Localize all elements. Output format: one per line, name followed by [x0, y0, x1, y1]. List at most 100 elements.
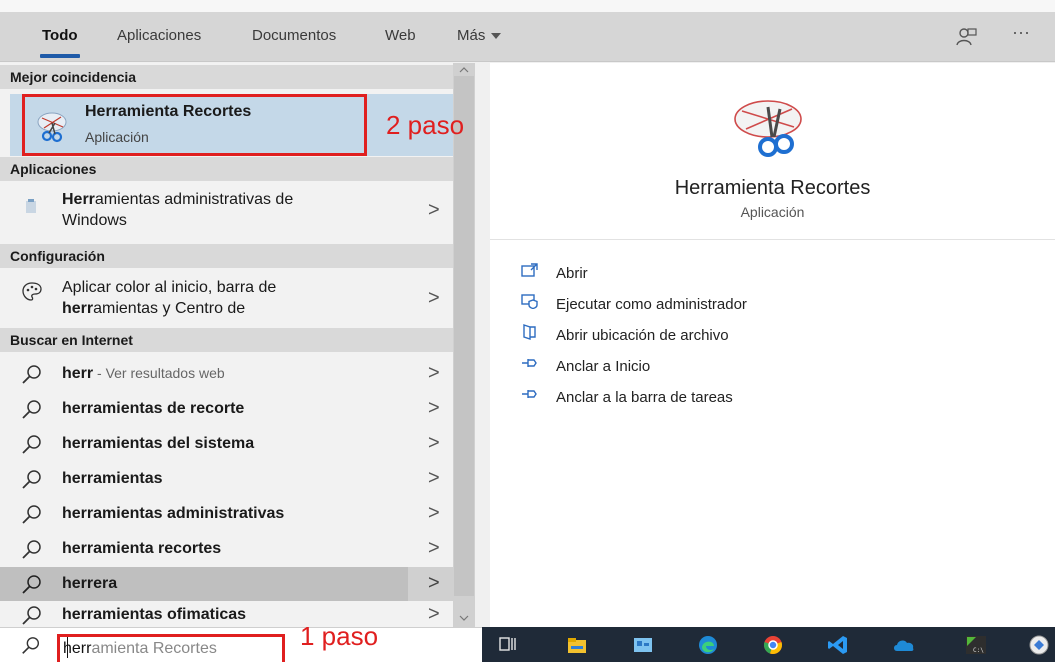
vscode-icon[interactable]: [827, 634, 849, 656]
web-result-bold: herr: [62, 435, 94, 452]
list-item-admin-tools[interactable]: Herramientas administrativas de Windows …: [0, 181, 453, 239]
web-result-bold: herr: [62, 606, 94, 623]
action-label: Anclar a la barra de tareas: [556, 389, 733, 406]
search-icon: [20, 573, 44, 597]
preview-title: Herramienta Recortes: [674, 177, 871, 199]
web-result-row[interactable]: herr - Ver resultados web >: [0, 357, 453, 391]
section-web: Buscar en Internet: [0, 328, 463, 352]
control-panel-icon[interactable]: [632, 634, 654, 656]
chevron-right-icon: >: [428, 362, 440, 384]
section-settings: Configuración: [0, 244, 463, 268]
annotation-step-2: 2 paso: [386, 110, 465, 140]
web-result-label: herramientas de recorte: [62, 400, 244, 418]
web-result-label: herr - Ver resultados web: [62, 365, 225, 383]
web-result-row[interactable]: herramientas administrativas >: [0, 497, 453, 531]
tab-documents[interactable]: Documentos: [252, 12, 336, 62]
annotation-step-1: 1 paso: [300, 621, 379, 651]
scroll-down-icon[interactable]: [453, 611, 475, 625]
scroll-up-icon[interactable]: [453, 63, 475, 77]
web-result-row[interactable]: herramientas >: [0, 462, 453, 496]
preview-divider: [490, 239, 1055, 240]
palette-icon: [20, 280, 44, 304]
shield-icon: [520, 293, 540, 312]
best-match-subtitle: Aplicación: [85, 129, 149, 145]
action-open-location[interactable]: Abrir ubicación de archivo: [520, 324, 729, 346]
tab-apps[interactable]: Aplicaciones: [117, 12, 201, 62]
web-result-row[interactable]: herramienta recortes >: [0, 532, 453, 566]
search-icon: [20, 468, 44, 492]
tab-more[interactable]: Más: [457, 12, 502, 62]
task-view-icon[interactable]: [497, 634, 519, 656]
web-result-bold: herr: [62, 365, 94, 382]
tab-more-label: Más: [457, 27, 486, 44]
action-open[interactable]: Abrir: [520, 262, 588, 284]
web-result-rest: amientas administrativas: [93, 505, 285, 522]
best-match-item[interactable]: Herramienta Recortes Aplicación: [22, 94, 367, 156]
feedback-icon[interactable]: [955, 26, 977, 48]
list-item-rest: amientas y Centro de: [93, 300, 246, 317]
web-result-row[interactable]: herramientas del sistema >: [0, 427, 453, 461]
chevron-right-icon: >: [428, 199, 440, 221]
list-item-color-settings[interactable]: Aplicar color al inicio, barra de herram…: [0, 268, 453, 326]
action-label: Abrir: [556, 265, 588, 282]
onedrive-icon[interactable]: [893, 634, 915, 656]
search-icon: [20, 398, 44, 422]
web-result-rest: era: [93, 575, 118, 592]
web-result-bold: herr: [62, 540, 94, 557]
chevron-right-icon: >: [428, 287, 440, 309]
web-result-label: herramientas: [62, 470, 163, 488]
search-icon: [20, 363, 44, 387]
action-run-as-admin[interactable]: Ejecutar como administrador: [520, 293, 747, 315]
scrollbar-thumb[interactable]: [454, 76, 474, 596]
chevron-right-icon: >: [428, 397, 440, 419]
file-explorer-icon[interactable]: [566, 634, 588, 656]
search-icon: [20, 635, 42, 657]
open-icon: [520, 262, 540, 281]
web-result-rest: amientas ofimaticas: [93, 606, 247, 623]
web-result-suffix: - Ver resultados web: [93, 365, 225, 381]
list-item-label-line2: Windows: [62, 212, 127, 229]
web-result-label: herramientas ofimaticas: [62, 606, 246, 624]
web-result-row[interactable]: herramientas ofimaticas >: [0, 602, 453, 627]
pin-icon: [520, 386, 540, 405]
section-best-match: Mejor coincidencia: [0, 65, 453, 89]
web-result-bold: herr: [62, 505, 94, 522]
list-item-label: Herramientas administrativas de: [62, 191, 293, 209]
more-options-icon[interactable]: ···: [1012, 22, 1030, 43]
snipping-tool-icon: [35, 109, 71, 145]
search-icon: [20, 604, 44, 628]
action-pin-start[interactable]: Anclar a Inicio: [520, 355, 650, 377]
action-label: Anclar a Inicio: [556, 358, 651, 375]
search-input[interactable]: herramienta Recortes: [63, 640, 217, 658]
chevron-down-icon: [491, 33, 502, 40]
folder-icon: [520, 324, 540, 343]
terminal-icon[interactable]: C:\: [965, 634, 987, 656]
edge-icon[interactable]: [697, 634, 719, 656]
chevron-right-icon: >: [428, 537, 440, 559]
text-cursor: [67, 637, 68, 658]
web-result-row[interactable]: herrera: [0, 567, 408, 601]
web-result-rest: amientas del sistema: [93, 435, 255, 452]
tab-all[interactable]: Todo: [40, 12, 80, 62]
snipping-tool-icon: [728, 97, 812, 159]
web-result-label: herramientas administrativas: [62, 505, 284, 523]
search-icon: [20, 503, 44, 527]
action-pin-taskbar[interactable]: Anclar a la barra de tareas: [520, 386, 733, 408]
app-icon[interactable]: [1028, 634, 1050, 656]
web-result-arrow-button[interactable]: >: [408, 567, 453, 601]
web-result-bold: herr: [62, 470, 94, 487]
chevron-right-icon: >: [428, 467, 440, 489]
chrome-icon[interactable]: [762, 634, 784, 656]
chevron-right-icon: >: [428, 502, 440, 524]
tab-web[interactable]: Web: [385, 12, 416, 62]
window-top-strip: [0, 0, 1055, 12]
best-match-title-rest: amienta Recortes: [117, 103, 252, 120]
web-result-row[interactable]: herramientas de recorte >: [0, 392, 453, 426]
web-result-rest: amienta recortes: [93, 540, 222, 557]
action-label: Abrir ubicación de archivo: [556, 327, 729, 344]
list-item-bold: herr: [62, 300, 94, 317]
action-label: Ejecutar como administrador: [556, 296, 747, 313]
list-item-rest: amientas administrativas de: [94, 191, 294, 208]
best-match-title: Herramienta Recortes: [85, 103, 251, 121]
web-result-bold: herr: [62, 400, 94, 417]
